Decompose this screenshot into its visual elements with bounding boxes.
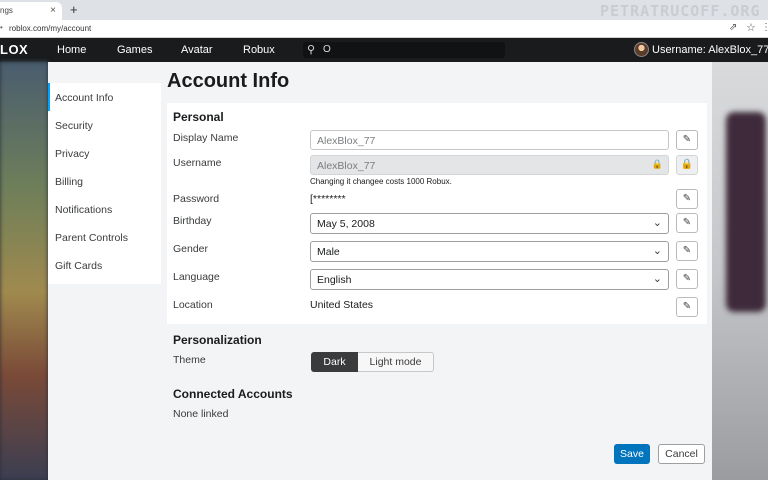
personal-card: Personal Display Name AlexBlox_77 ✎ User… [167, 103, 707, 324]
display-name-label: Display Name [173, 132, 239, 144]
personal-section-title: Personal [173, 110, 224, 124]
username-value: AlexBlox_77 [317, 160, 376, 172]
edit-language-button[interactable]: ✎ [676, 269, 698, 289]
search-box[interactable]: ⚲ [303, 42, 505, 58]
nav-games[interactable]: Games [117, 44, 152, 56]
background-blob [726, 112, 766, 312]
sidebar-item-notifications[interactable]: Notifications [48, 195, 161, 223]
site-info-icon[interactable]: • [0, 23, 3, 32]
pencil-icon: ✎ [682, 217, 692, 228]
lock-icon: 🔒 [651, 159, 663, 169]
username-field: AlexBlox_77 🔒 [310, 155, 669, 175]
page-title: Account Info [167, 70, 290, 92]
sidebar-item-gift-cards[interactable]: Gift Cards [48, 251, 161, 279]
background-image-left [0, 62, 48, 480]
connected-accounts-value: None linked [173, 408, 229, 420]
share-icon[interactable]: ⇗ [729, 22, 737, 33]
watermark: PETRATRUCOFF.ORG [600, 2, 761, 20]
gender-value: Male [317, 246, 340, 258]
display-name-field[interactable]: AlexBlox_77 [310, 130, 669, 150]
theme-label: Theme [173, 354, 206, 366]
edit-gender-button[interactable]: ✎ [676, 241, 698, 261]
username-label[interactable]: Username: AlexBlox_77 [652, 44, 768, 56]
address-bar[interactable]: • roblox.com/my/account ⇗ ☆ ⋮ [0, 20, 768, 38]
nav-avatar[interactable]: Avatar [181, 44, 213, 56]
birthday-value: May 5, 2008 [317, 218, 375, 230]
account-page: Account Info Security Privacy Billing No… [48, 62, 712, 480]
chevron-down-icon: ⌄ [652, 245, 662, 257]
save-button[interactable]: Save [614, 444, 650, 464]
close-icon[interactable]: × [50, 5, 56, 16]
browser-tab-title: ngs [0, 6, 13, 15]
password-label: Password [173, 193, 220, 205]
chevron-down-icon: ⌄ [652, 217, 662, 229]
username-label-field: Username [173, 157, 222, 169]
bookmark-star-icon[interactable]: ☆ [746, 21, 756, 34]
location-label: Location [173, 299, 213, 311]
nav-robux[interactable]: Robux [243, 44, 275, 56]
connected-accounts-title: Connected Accounts [173, 387, 293, 401]
roblox-logo[interactable]: LOX [0, 42, 28, 57]
avatar[interactable] [634, 42, 649, 57]
edit-password-button[interactable]: ✎ [676, 189, 698, 209]
more-menu-icon[interactable]: ⋮ [761, 22, 768, 33]
sidebar-item-account-info[interactable]: Account Info [48, 83, 161, 111]
lock-icon: 🔒 [680, 159, 694, 170]
sidebar-item-billing[interactable]: Billing [48, 167, 161, 195]
browser-tab-bar: ngs × + PETRATRUCOFF.ORG [0, 0, 768, 20]
pencil-icon: ✎ [682, 273, 692, 284]
search-icon: ⚲ [307, 44, 316, 56]
nav-home[interactable]: Home [57, 44, 86, 56]
edit-display-name-button[interactable]: ✎ [676, 130, 698, 150]
location-value: United States [310, 299, 374, 311]
gender-select[interactable]: Male ⌄ [310, 241, 669, 262]
edit-location-button[interactable]: ✎ [676, 297, 698, 317]
settings-sidebar: Account Info Security Privacy Billing No… [48, 83, 161, 284]
theme-dark-option[interactable]: Dark [311, 352, 358, 372]
personalization-section-title: Personalization [173, 333, 262, 347]
pencil-icon: ✎ [682, 193, 692, 204]
birthday-select[interactable]: May 5, 2008 ⌄ [310, 213, 669, 234]
cancel-button[interactable]: Cancel [658, 444, 705, 464]
password-value: [******** [310, 193, 346, 205]
language-label: Language [173, 271, 220, 283]
new-tab-button[interactable]: + [70, 2, 78, 17]
sidebar-item-security[interactable]: Security [48, 111, 161, 139]
edit-birthday-button[interactable]: ✎ [676, 213, 698, 233]
birthday-label: Birthday [173, 215, 212, 227]
search-input[interactable] [323, 43, 499, 56]
sidebar-item-privacy[interactable]: Privacy [48, 139, 161, 167]
theme-light-option[interactable]: Light mode [358, 352, 434, 372]
chevron-down-icon: ⌄ [652, 273, 662, 285]
pencil-icon: ✎ [682, 134, 692, 145]
background-image-right [712, 62, 768, 480]
language-value: English [317, 274, 352, 286]
pencil-icon: ✎ [682, 301, 692, 312]
language-select[interactable]: English ⌄ [310, 269, 669, 290]
pencil-icon: ✎ [682, 245, 692, 256]
browser-tab[interactable]: ngs × [0, 2, 62, 20]
top-navigation: LOX Home Games Avatar Robux ⚲ Username: … [0, 38, 768, 62]
username-change-hint: Changing it changee costs 1000 Robux. [310, 177, 452, 186]
sidebar-item-parent-controls[interactable]: Parent Controls [48, 223, 161, 251]
edit-username-button: 🔒 [676, 155, 698, 175]
address-url[interactable]: roblox.com/my/account [9, 24, 91, 33]
gender-label: Gender [173, 243, 209, 255]
